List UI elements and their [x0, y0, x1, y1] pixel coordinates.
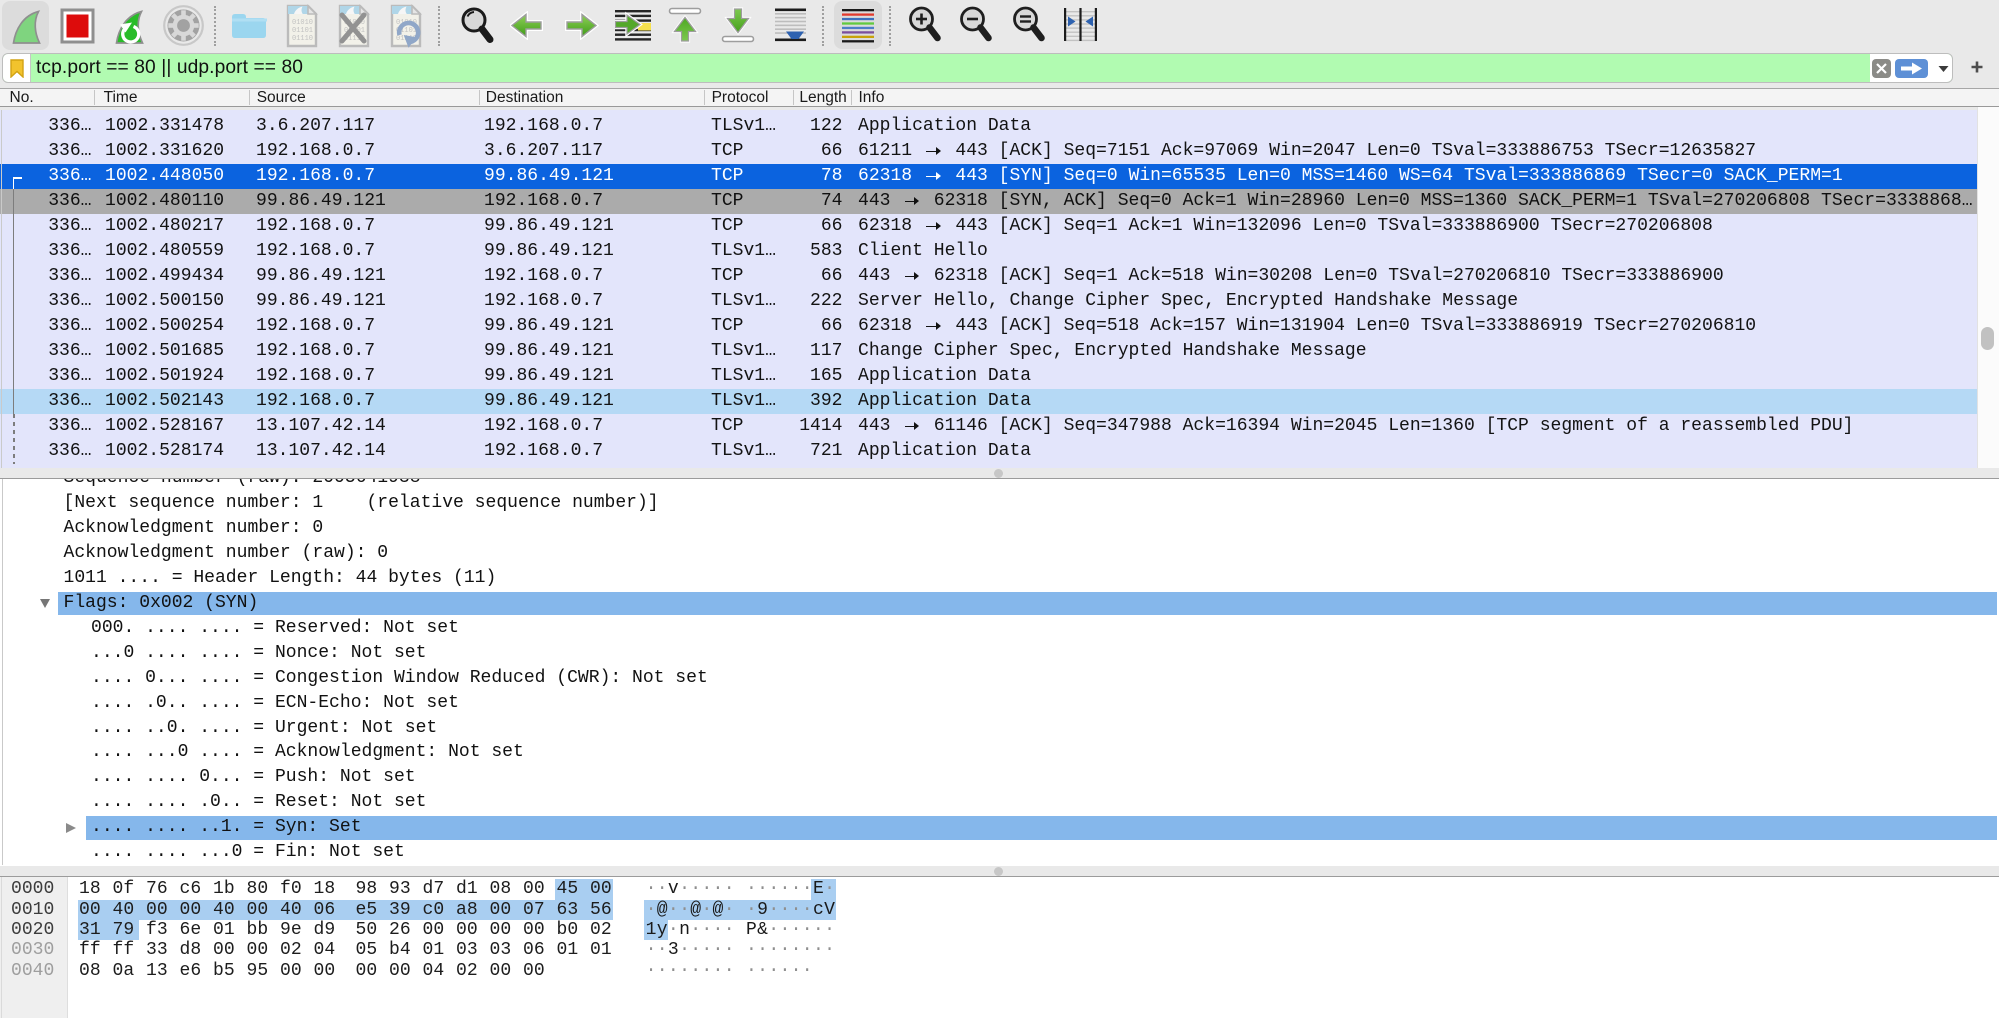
svg-text:01010: 01010 [292, 19, 313, 27]
svg-text:01110: 01110 [292, 35, 313, 43]
svg-text:01101: 01101 [292, 27, 313, 35]
